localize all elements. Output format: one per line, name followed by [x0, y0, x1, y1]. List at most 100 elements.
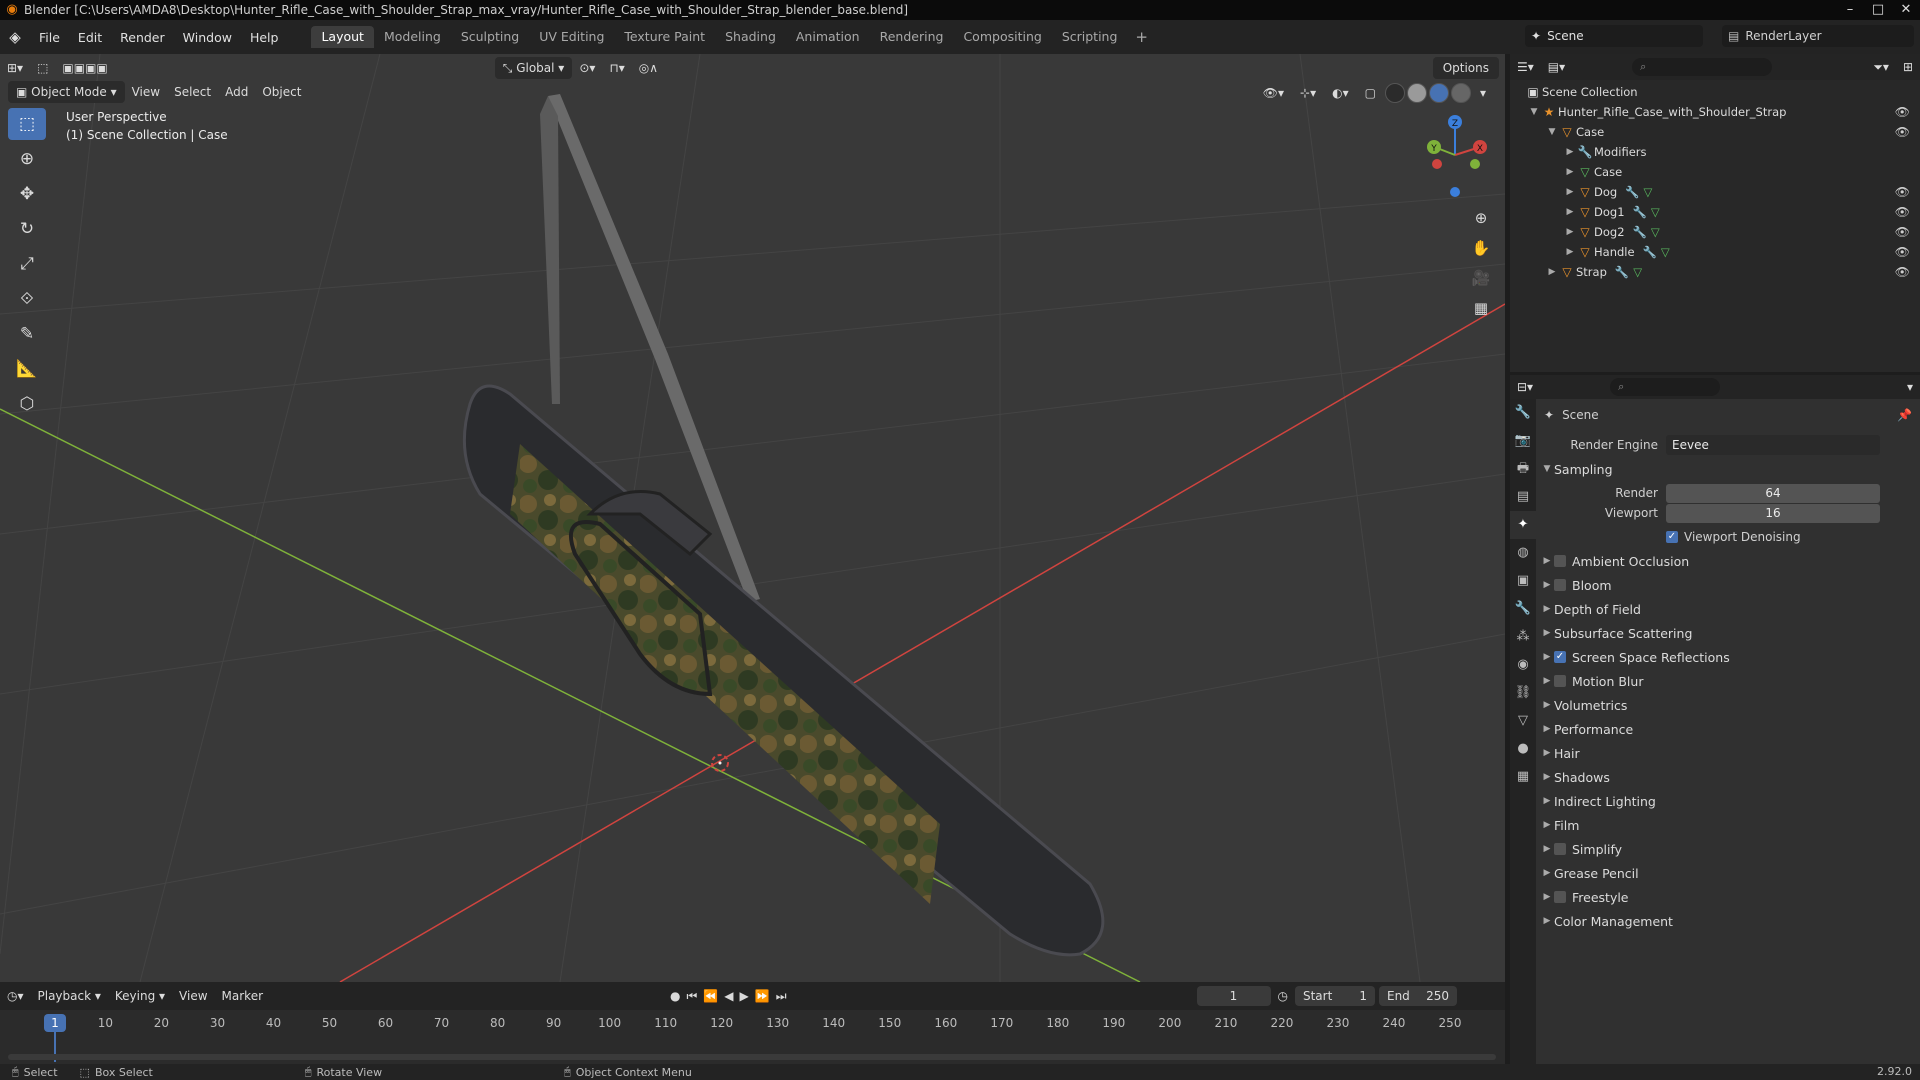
properties-options-icon[interactable]: ▾	[1900, 376, 1920, 398]
tab-uv-editing[interactable]: UV Editing	[529, 26, 614, 48]
render-panel-header[interactable]: ▶ Subsurface Scattering	[1536, 621, 1920, 645]
render-samples-field[interactable]: 64	[1666, 483, 1880, 503]
shading-options-icon[interactable]: ▾	[1473, 82, 1493, 104]
panel-enable-checkbox[interactable]	[1554, 675, 1566, 687]
render-panel-header[interactable]: ▶ Performance	[1536, 717, 1920, 741]
scene-selector[interactable]: ✦ Scene	[1525, 25, 1703, 47]
render-engine-dropdown[interactable]: Eevee	[1666, 435, 1880, 455]
outliner-item[interactable]: ▼ ▽ Case 👁	[1510, 122, 1920, 142]
display-mode-icon[interactable]: ▤▾	[1541, 56, 1572, 78]
proportional-editing-icon[interactable]: ◎∧	[632, 57, 665, 79]
physics-tab-icon[interactable]: ◉	[1510, 651, 1536, 679]
pan-hand-icon[interactable]: ✋	[1467, 234, 1495, 262]
filter-icon[interactable]: ⏷▾	[1866, 56, 1896, 78]
view-layer-selector[interactable]: ▤ RenderLayer	[1722, 25, 1914, 47]
rotate-tool-icon[interactable]: ↻	[8, 213, 46, 245]
outliner-item[interactable]: ▶ ▽ Strap 🔧 ▽ 👁	[1510, 262, 1920, 282]
panel-enable-checkbox[interactable]	[1554, 843, 1566, 855]
menu-edit[interactable]: Edit	[69, 30, 111, 45]
visibility-eye-icon[interactable]: 👁	[1895, 225, 1910, 239]
tab-animation[interactable]: Animation	[786, 26, 870, 48]
disclosure-triangle-icon[interactable]: ▶	[1564, 227, 1576, 237]
outliner-item[interactable]: ▶ ▽ Dog1 🔧 ▽ 👁	[1510, 202, 1920, 222]
object-mode-dropdown[interactable]: ▣ Object Mode ▾	[8, 81, 125, 103]
disclosure-triangle-icon[interactable]: ▶	[1564, 147, 1576, 157]
properties-editor-type-icon[interactable]: ⊟▾	[1510, 376, 1540, 398]
visibility-eye-icon[interactable]: 👁	[1895, 205, 1910, 219]
disclosure-triangle-icon[interactable]: ▶	[1564, 247, 1576, 257]
render-panel-header[interactable]: ▶ Depth of Field	[1536, 597, 1920, 621]
render-panel-header[interactable]: ▶ Color Management	[1536, 909, 1920, 933]
solid-shading-icon[interactable]	[1406, 83, 1427, 103]
modifier-properties-tab-icon[interactable]: 🔧	[1510, 595, 1536, 623]
box-select-modes-icon[interactable]: ▣▣▣▣	[55, 57, 114, 79]
overlays-icon[interactable]: ◐▾	[1325, 82, 1356, 104]
menu-timeline-view[interactable]: View	[172, 985, 214, 1007]
particles-tab-icon[interactable]: ⁂	[1510, 623, 1536, 651]
play-icon[interactable]: ▶	[740, 989, 749, 1004]
properties-search-input[interactable]: ⌕	[1610, 378, 1721, 396]
scale-tool-icon[interactable]: ⤢	[8, 248, 46, 280]
world-properties-tab-icon[interactable]: ◍	[1510, 539, 1536, 567]
menu-object[interactable]: Object	[255, 81, 308, 103]
render-panel-header[interactable]: ▶ Volumetrics	[1536, 693, 1920, 717]
timeline-scrollbar[interactable]	[8, 1054, 1496, 1060]
render-panel-header[interactable]: ▶ Bloom	[1536, 573, 1920, 597]
menu-select[interactable]: Select	[167, 81, 218, 103]
transform-tool-icon[interactable]: ⟐	[8, 283, 46, 315]
minimize-button[interactable]: –	[1836, 0, 1864, 20]
menu-marker[interactable]: Marker	[215, 985, 270, 1007]
output-properties-tab-icon[interactable]: 🖶	[1510, 455, 1536, 483]
menu-playback[interactable]: Playback ▾	[31, 985, 108, 1007]
panel-enable-checkbox[interactable]	[1554, 555, 1566, 567]
view-layer-tab-icon[interactable]: ▤	[1510, 483, 1536, 511]
snapping-icon[interactable]: ⊓▾	[602, 57, 631, 79]
texture-tab-icon[interactable]: ▦	[1510, 763, 1536, 791]
constraints-tab-icon[interactable]: ⛓	[1510, 679, 1536, 707]
render-panel-header[interactable]: ▶ Film	[1536, 813, 1920, 837]
add-workspace-icon[interactable]: +	[1127, 26, 1156, 48]
outliner-item[interactable]: ▶ ▽ Case	[1510, 162, 1920, 182]
visibility-eye-icon[interactable]: 👁	[1895, 265, 1910, 279]
play-reverse-icon[interactable]: ◀	[724, 989, 733, 1004]
tab-shading[interactable]: Shading	[715, 26, 786, 48]
disclosure-triangle-icon[interactable]: ▼	[1546, 127, 1558, 137]
measure-tool-icon[interactable]: 📐	[8, 353, 46, 385]
render-panel-header[interactable]: ▶ Motion Blur	[1536, 669, 1920, 693]
render-panel-header[interactable]: ▶ Simplify	[1536, 837, 1920, 861]
menu-add[interactable]: Add	[218, 81, 255, 103]
render-panel-header[interactable]: ▶ Grease Pencil	[1536, 861, 1920, 885]
tab-modeling[interactable]: Modeling	[374, 26, 451, 48]
ortho-grid-icon[interactable]: ▦	[1467, 294, 1495, 322]
gizmo-toggle-icon[interactable]: ⊹▾	[1293, 82, 1323, 104]
render-panel-header[interactable]: ▶ Indirect Lighting	[1536, 789, 1920, 813]
current-frame-field[interactable]: 1	[1196, 986, 1271, 1006]
jump-start-icon[interactable]: ⏮	[687, 989, 698, 1004]
tab-rendering[interactable]: Rendering	[870, 26, 954, 48]
timeline-editor-type-icon[interactable]: ◷▾	[0, 985, 31, 1007]
transform-orientation-dropdown[interactable]: ⤡ Global ▾	[494, 57, 573, 79]
scene-properties-tab-icon[interactable]: ✦	[1510, 511, 1536, 539]
visibility-eye-icon[interactable]: 👁	[1895, 105, 1910, 119]
viewport-samples-field[interactable]: 16	[1666, 503, 1880, 523]
viewport-denoising-checkbox[interactable]: ✓	[1666, 531, 1678, 543]
zoom-icon[interactable]: ⊕	[1467, 204, 1495, 232]
render-panel-header[interactable]: ▶ Ambient Occlusion	[1536, 549, 1920, 573]
visibility-eye-icon[interactable]: 👁	[1895, 245, 1910, 259]
panel-enable-checkbox[interactable]	[1554, 891, 1566, 903]
disclosure-triangle-icon[interactable]: ▶	[1546, 267, 1558, 277]
outliner-item[interactable]: ▶ ▽ Dog 🔧 ▽ 👁	[1510, 182, 1920, 202]
render-panel-header[interactable]: ▶ ✓ Screen Space Reflections	[1536, 645, 1920, 669]
preview-range-icon[interactable]: ◷	[1271, 985, 1295, 1007]
timeline-ruler[interactable]: 10 20 30 40 50 60 70 80 90 100 110 120 130 140 150 160 1…	[0, 1010, 1505, 1064]
start-frame-field[interactable]: Start 1	[1294, 986, 1375, 1006]
maximize-button[interactable]: □	[1864, 0, 1892, 20]
outliner-item[interactable]: ▶ ▽ Dog2 🔧 ▽ 👁	[1510, 222, 1920, 242]
tab-texture-paint[interactable]: Texture Paint	[614, 26, 715, 48]
new-collection-icon[interactable]: ⊞	[1896, 56, 1920, 78]
outliner-editor-type-icon[interactable]: ☰▾	[1510, 56, 1541, 78]
disclosure-triangle-icon[interactable]: ▼	[1528, 107, 1540, 117]
outliner-item[interactable]: ▶ 🔧 Modifiers	[1510, 142, 1920, 162]
annotate-tool-icon[interactable]: ✎	[8, 318, 46, 350]
tab-sculpting[interactable]: Sculpting	[451, 26, 529, 48]
